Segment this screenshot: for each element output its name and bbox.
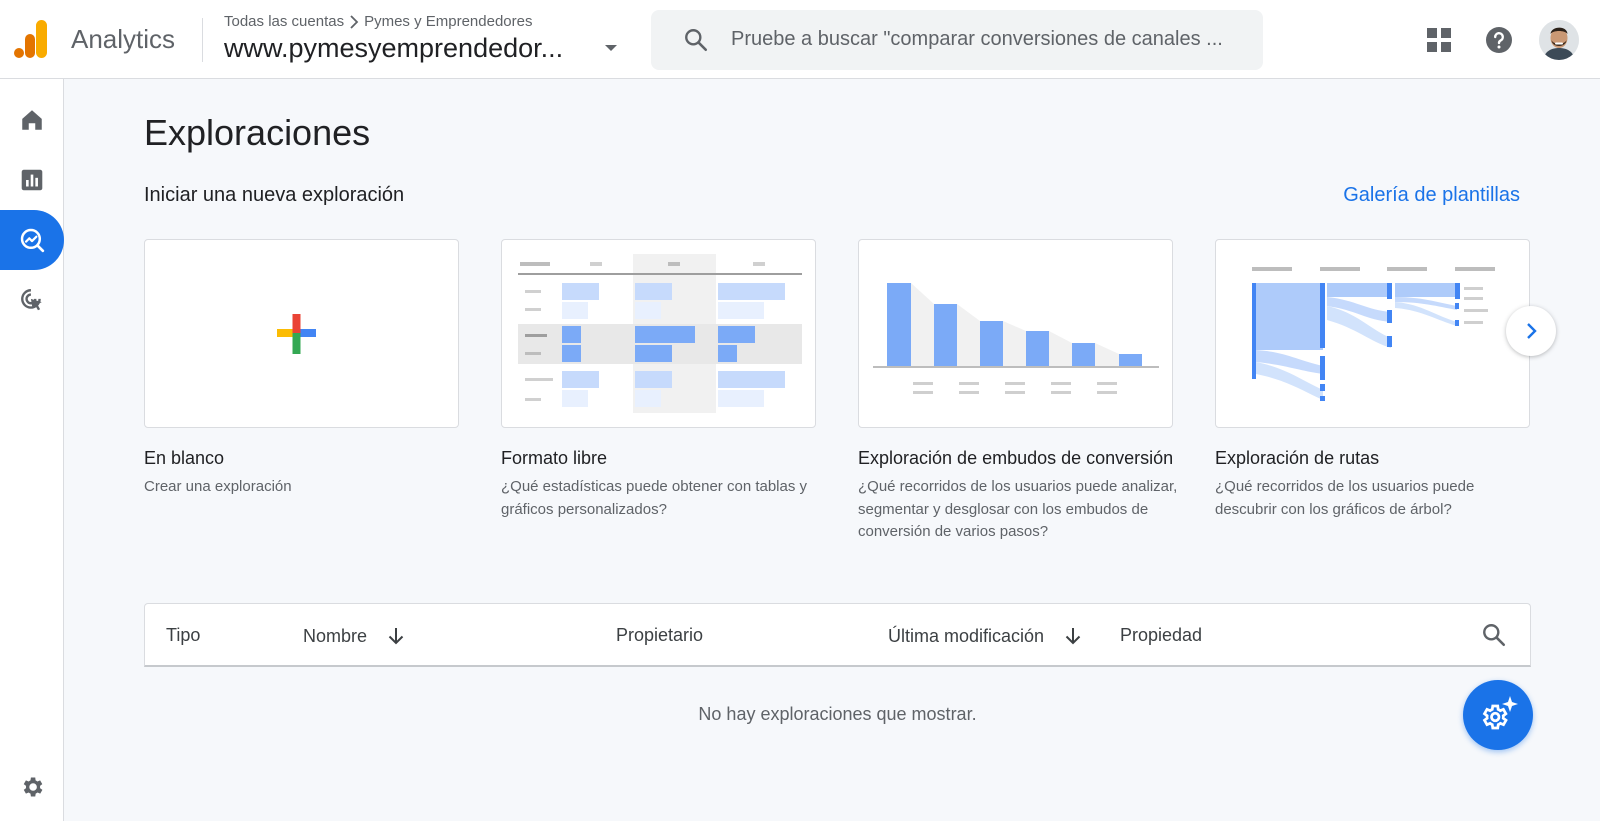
template-card-free-form[interactable] bbox=[501, 239, 816, 428]
breadcrumb-account: Todas las cuentas bbox=[224, 13, 345, 30]
column-header-name[interactable]: Nombre bbox=[303, 625, 407, 647]
settings-sparkle-icon bbox=[1482, 696, 1518, 730]
template-title: En blanco bbox=[144, 448, 225, 468]
template-card-funnel[interactable] bbox=[858, 239, 1173, 428]
advertising-icon bbox=[21, 289, 42, 311]
dropdown-caret-icon[interactable] bbox=[605, 45, 617, 51]
column-header-property[interactable]: Propiedad bbox=[1120, 625, 1202, 646]
breadcrumb[interactable]: Todas las cuentas Pymes y Emprendedores bbox=[224, 13, 532, 30]
user-avatar-icon bbox=[1539, 20, 1579, 60]
top-bar: Analytics Todas las cuentas Pymes y Empr… bbox=[0, 0, 1600, 79]
chevron-right-icon bbox=[1527, 323, 1537, 339]
sidebar-item-admin[interactable] bbox=[0, 757, 64, 817]
sidebar-item-reports[interactable] bbox=[0, 150, 64, 210]
search-bar[interactable]: Pruebe a buscar "comparar conversiones d… bbox=[651, 10, 1263, 70]
column-label: Propiedad bbox=[1120, 625, 1203, 645]
gear-icon bbox=[23, 777, 43, 797]
sidebar-item-home[interactable] bbox=[0, 90, 64, 150]
apps-grid-icon[interactable] bbox=[1426, 27, 1452, 53]
column-label: Nombre bbox=[303, 625, 368, 646]
divider bbox=[202, 18, 203, 62]
column-header-owner[interactable]: Propietario bbox=[616, 625, 703, 646]
app-brand: Analytics bbox=[71, 24, 176, 54]
template-description: ¿Qué recorridos de los usuarios puede de… bbox=[1215, 478, 1475, 518]
template-gallery-link[interactable]: Galería de plantillas bbox=[1343, 184, 1520, 207]
analytics-logo-icon[interactable] bbox=[14, 20, 48, 58]
funnel-chart-icon bbox=[873, 283, 1159, 394]
template-description: Crear una exploración bbox=[144, 478, 292, 495]
sort-down-arrow-icon bbox=[1065, 628, 1081, 645]
column-header-last-modified[interactable]: Última modificación bbox=[888, 625, 1084, 647]
template-title: Exploración de rutas bbox=[1215, 448, 1380, 468]
column-label: Tipo bbox=[166, 625, 201, 645]
column-header-type[interactable]: Tipo bbox=[166, 625, 200, 646]
template-title: Exploración de embudos de conversión bbox=[858, 448, 1174, 468]
empty-state-message: No hay exploraciones que mostrar. bbox=[698, 704, 977, 724]
help-icon[interactable] bbox=[1485, 26, 1513, 54]
breadcrumb-property: Pymes y Emprendedores bbox=[364, 13, 533, 30]
path-tree-icon bbox=[1252, 267, 1495, 401]
template-description: ¿Qué recorridos de los usuarios puede an… bbox=[858, 478, 1178, 540]
template-title: Formato libre bbox=[501, 448, 608, 468]
section-title: Iniciar una nueva exploración bbox=[144, 184, 405, 206]
carousel-next-button[interactable] bbox=[1506, 306, 1556, 356]
insights-fab-button[interactable] bbox=[1463, 680, 1533, 750]
search-input[interactable]: Pruebe a buscar "comparar conversiones d… bbox=[731, 28, 1251, 51]
explorations-table-header: Tipo Nombre Propietario Última modificac… bbox=[144, 603, 1531, 667]
plus-icon bbox=[277, 314, 316, 354]
home-icon bbox=[22, 110, 42, 130]
table-preview-icon bbox=[518, 254, 802, 413]
column-label: Propietario bbox=[616, 625, 704, 645]
page-title: Exploraciones bbox=[144, 112, 371, 153]
column-label: Última modificación bbox=[888, 625, 1045, 646]
reports-icon bbox=[21, 169, 43, 191]
sort-down-arrow-icon bbox=[388, 628, 404, 645]
template-card-path[interactable] bbox=[1215, 239, 1530, 428]
sidebar bbox=[0, 79, 64, 821]
template-card-blank[interactable] bbox=[144, 239, 459, 428]
search-icon bbox=[685, 29, 708, 52]
sidebar-item-explore[interactable] bbox=[0, 210, 64, 270]
chevron-right-icon bbox=[350, 14, 359, 29]
sidebar-item-advertising[interactable] bbox=[0, 270, 64, 330]
avatar[interactable] bbox=[1539, 20, 1579, 60]
explore-icon bbox=[20, 228, 45, 253]
property-selector[interactable]: www.pymesyemprendedor... bbox=[224, 33, 589, 64]
search-icon[interactable] bbox=[1481, 622, 1507, 648]
template-description: ¿Qué estadísticas puede obtener con tabl… bbox=[501, 478, 808, 518]
